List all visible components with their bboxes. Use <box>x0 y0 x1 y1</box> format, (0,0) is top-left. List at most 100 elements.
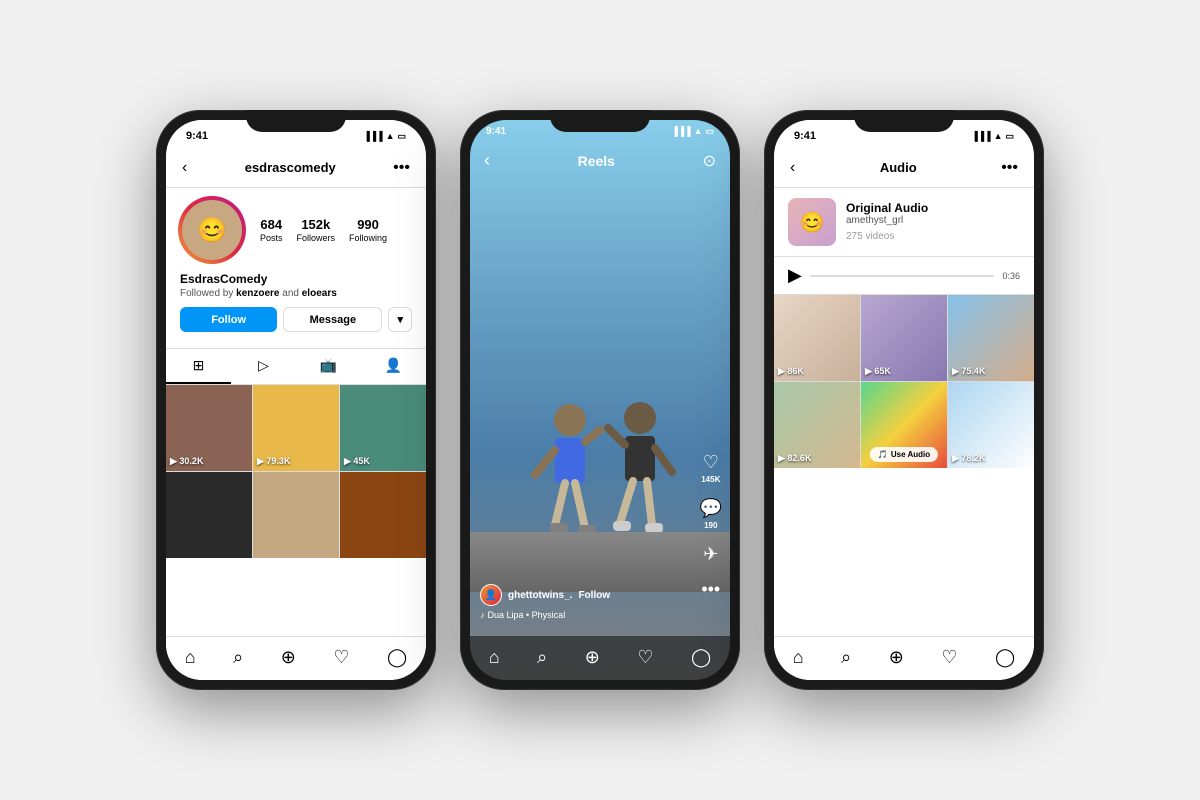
bottom-nav-3: ⌂ ⌕ ⊕ ♡ ◯ <box>774 636 1034 680</box>
use-audio-text: Use Audio <box>891 450 930 459</box>
more-icon-1[interactable]: ••• <box>393 159 410 177</box>
reels-comment-action[interactable]: 💬 190 <box>700 498 722 530</box>
audio-screen: 😊 Original Audio amethyst_grl 275 videos… <box>774 188 1034 636</box>
audio-video-count: 275 videos <box>846 231 894 242</box>
reels-share-action[interactable]: ✈ <box>703 544 718 565</box>
reels-actions: ♡ 145K 💬 190 ✈ ••• <box>700 452 722 600</box>
reels-username[interactable]: ghettotwins_. <box>508 590 572 601</box>
grid-cell-6[interactable] <box>340 472 426 558</box>
audio-thumbnail: 😊 <box>788 198 836 246</box>
add-icon-1[interactable]: ⊕ <box>281 647 296 668</box>
tab-grid[interactable]: ⊞ <box>166 349 231 384</box>
stat-following[interactable]: 990 Following <box>349 217 387 243</box>
grid-cell-3[interactable]: ▶ 45K <box>340 385 426 471</box>
reels-heart-icon: ♡ <box>703 452 719 473</box>
reels-time: 9:41 <box>486 126 506 137</box>
phone-3-inner: 9:41 ▐▐▐ ▲ ▭ ‹ Audio ••• 😊 Origina <box>774 120 1034 680</box>
following-count: 990 <box>357 217 379 232</box>
audio-cell-6[interactable]: ▶ 78.2K <box>948 382 1034 468</box>
reels-nav-title: Reels <box>578 153 615 169</box>
grid-cell-1[interactable]: ▶ 30.2K <box>166 385 252 471</box>
audio-player: ▶ 0:36 <box>774 257 1034 295</box>
profile-icon-1[interactable]: ◯ <box>387 647 407 668</box>
audio-cell-4-count: ▶ 82.6K <box>778 453 811 464</box>
profile-nav-bar: ‹ esdrascomedy ••• <box>166 148 426 188</box>
avatar: 😊 <box>182 200 242 260</box>
reels-profile-icon[interactable]: ◯ <box>691 647 711 668</box>
follower-2[interactable]: eloears <box>302 288 337 299</box>
reels-comment-count: 190 <box>704 521 717 530</box>
tab-reels[interactable]: ▷ <box>231 349 296 384</box>
notch-3 <box>854 110 954 132</box>
audio-cell-2[interactable]: ▶ 65K <box>861 295 947 381</box>
followers-count: 152k <box>301 217 330 232</box>
search-icon-1[interactable]: ⌕ <box>233 647 243 668</box>
battery-icon-1: ▭ <box>397 131 406 142</box>
reels-add-icon[interactable]: ⊕ <box>585 647 600 668</box>
grid-cell-1-count: ▶ 30.2K <box>170 456 203 467</box>
message-button[interactable]: Message <box>283 307 382 332</box>
tab-tagged[interactable]: 👤 <box>361 349 426 384</box>
reels-search-icon[interactable]: ⌕ <box>537 647 547 668</box>
tab-igtv[interactable]: 📺 <box>296 349 361 384</box>
audio-cell-3[interactable]: ▶ 75.4K <box>948 295 1034 381</box>
audio-title: Original Audio <box>846 201 928 215</box>
reels-heart-nav-icon[interactable]: ♡ <box>637 647 653 668</box>
play-button[interactable]: ▶ <box>788 265 802 286</box>
reels-like-action[interactable]: ♡ 145K <box>701 452 720 484</box>
use-audio-badge[interactable]: 🎵 Use Audio <box>870 447 938 462</box>
audio-header-info: 😊 Original Audio amethyst_grl 275 videos <box>774 188 1034 257</box>
reels-back-icon[interactable]: ‹ <box>484 150 490 171</box>
audio-cell-6-count: ▶ 78.2K <box>952 453 985 464</box>
reels-more-action[interactable]: ••• <box>701 579 720 600</box>
reels-user-avatar[interactable]: 👤 <box>480 584 502 606</box>
follower-1[interactable]: kenzoere <box>236 288 279 299</box>
profile-screen: 😊 684 Posts 152k Followers <box>166 188 426 636</box>
posts-label: Posts <box>260 233 283 243</box>
audio-cell-5[interactable]: 🎵 Use Audio <box>861 382 947 468</box>
home-icon-1[interactable]: ⌂ <box>185 647 196 668</box>
reels-home-icon[interactable]: ⌂ <box>489 647 500 668</box>
home-icon-3[interactable]: ⌂ <box>793 647 804 668</box>
status-time-3: 9:41 <box>794 130 816 142</box>
search-icon-3[interactable]: ⌕ <box>841 647 851 668</box>
grid-cell-5[interactable] <box>253 472 339 558</box>
posts-count: 684 <box>260 217 282 232</box>
audio-username[interactable]: amethyst_grl <box>846 215 928 226</box>
stat-followers[interactable]: 152k Followers <box>297 217 336 243</box>
reels-share-icon: ✈ <box>703 544 718 565</box>
audio-grid: ▶ 86K ▶ 65K ▶ 75.4K ▶ 82.6K 🎵 Use <box>774 295 1034 468</box>
heart-icon-3[interactable]: ♡ <box>941 647 957 668</box>
reels-bottom-nav: ⌂ ⌕ ⊕ ♡ ◯ <box>470 636 730 680</box>
add-icon-3[interactable]: ⊕ <box>889 647 904 668</box>
profile-stats: 684 Posts 152k Followers 990 Following <box>260 217 412 243</box>
back-icon-3[interactable]: ‹ <box>790 159 795 177</box>
audio-cell-1-count: ▶ 86K <box>778 366 804 377</box>
profile-icon-3[interactable]: ◯ <box>995 647 1015 668</box>
followers-label: Followers <box>297 233 336 243</box>
audio-cell-4[interactable]: ▶ 82.6K <box>774 382 860 468</box>
reels-status-icons: ▐▐▐ ▲ ▭ <box>671 126 714 137</box>
grid-cell-2-count: ▶ 79.3K <box>257 456 290 467</box>
audio-progress-bar[interactable] <box>810 275 995 277</box>
audio-cell-1[interactable]: ▶ 86K <box>774 295 860 381</box>
phone-audio: 9:41 ▐▐▐ ▲ ▭ ‹ Audio ••• 😊 Origina <box>764 110 1044 690</box>
reels-follow-button[interactable]: Follow <box>578 590 610 601</box>
grid-cell-4[interactable] <box>166 472 252 558</box>
music-note-icon: ♪ <box>480 610 485 620</box>
battery-icon-3: ▭ <box>1005 131 1014 142</box>
avatar-wrap[interactable]: 😊 <box>180 198 244 262</box>
heart-icon-1[interactable]: ♡ <box>333 647 349 668</box>
phone-1-inner: 9:41 ▐▐▐ ▲ ▭ ‹ esdrascomedy ••• <box>166 120 426 680</box>
reels-camera-icon[interactable]: ⊙ <box>703 151 716 171</box>
follow-button[interactable]: Follow <box>180 307 277 332</box>
more-icon-3[interactable]: ••• <box>1001 159 1018 177</box>
reels-background: 9:41 ▐▐▐ ▲ ▭ ‹ Reels ⊙ <box>470 120 730 680</box>
wifi-icon-1: ▲ <box>386 131 395 141</box>
reels-nav: ‹ Reels ⊙ <box>470 144 730 177</box>
dropdown-button[interactable]: ▾ <box>388 307 412 332</box>
audio-info: Original Audio amethyst_grl 275 videos <box>846 201 928 244</box>
audio-duration: 0:36 <box>1002 271 1020 281</box>
grid-cell-2[interactable]: ▶ 79.3K <box>253 385 339 471</box>
back-icon-1[interactable]: ‹ <box>182 159 187 177</box>
